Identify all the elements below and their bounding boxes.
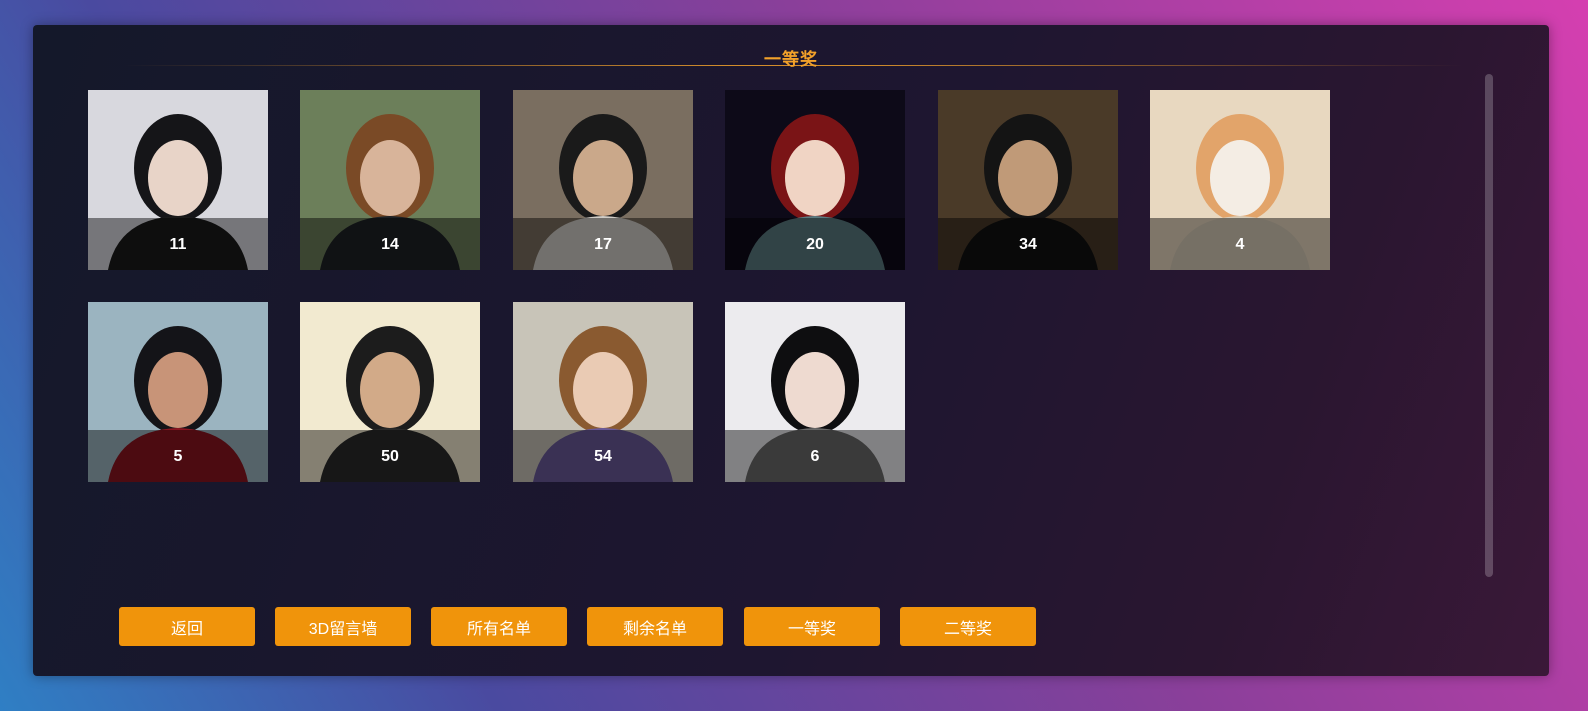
prize-title: 一等奖 [764, 50, 818, 69]
winner-number: 20 [725, 218, 905, 270]
all-list-button[interactable]: 所有名单 [431, 607, 567, 646]
winner-card[interactable]: 14 [300, 90, 480, 270]
winner-number: 34 [938, 218, 1118, 270]
winner-number: 54 [513, 430, 693, 482]
winner-number: 6 [725, 430, 905, 482]
scrollbar[interactable] [1485, 74, 1493, 577]
winner-card[interactable]: 4 [1150, 90, 1330, 270]
winner-number: 14 [300, 218, 480, 270]
winner-number: 50 [300, 430, 480, 482]
winner-card[interactable]: 6 [725, 302, 905, 482]
winner-card[interactable]: 17 [513, 90, 693, 270]
remaining-list-button[interactable]: 剩余名单 [587, 607, 723, 646]
second-prize-button[interactable]: 二等奖 [900, 607, 1036, 646]
winner-card[interactable]: 50 [300, 302, 480, 482]
winner-card[interactable]: 11 [88, 90, 268, 270]
back-button[interactable]: 返回 [119, 607, 255, 646]
winner-number: 4 [1150, 218, 1330, 270]
winner-card[interactable]: 34 [938, 90, 1118, 270]
lottery-panel: 一等奖 11 14 17 20 34 4 5 50 54 6 返回 3D留言墙 所有名单 剩余名单… [33, 25, 1549, 676]
first-prize-button[interactable]: 一等奖 [744, 607, 880, 646]
winner-number: 11 [88, 218, 268, 270]
winner-card[interactable]: 20 [725, 90, 905, 270]
winner-number: 5 [88, 430, 268, 482]
message-wall-button[interactable]: 3D留言墙 [275, 607, 411, 646]
winner-card[interactable]: 54 [513, 302, 693, 482]
winner-number: 17 [513, 218, 693, 270]
title-divider [123, 65, 1463, 66]
winner-card[interactable]: 5 [88, 302, 268, 482]
